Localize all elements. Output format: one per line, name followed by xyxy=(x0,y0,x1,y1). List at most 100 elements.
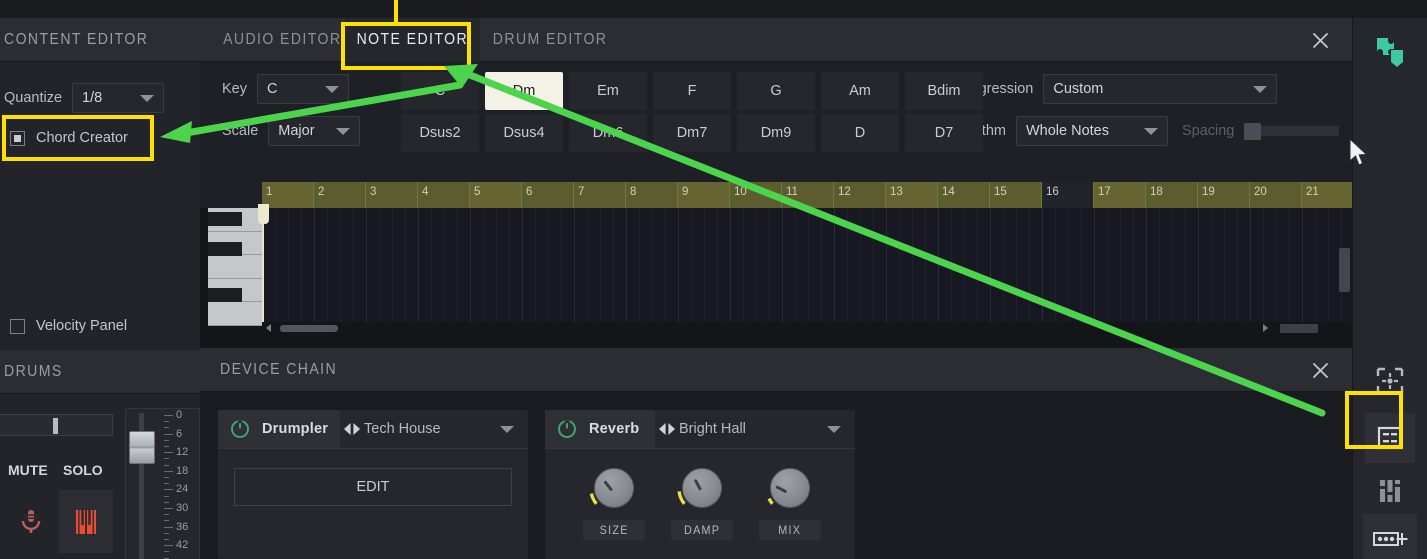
device-drumpler-edit-button[interactable]: EDIT xyxy=(234,468,512,506)
close-icon[interactable] xyxy=(1311,348,1330,392)
vertical-scrollbar[interactable] xyxy=(1339,208,1350,322)
ruler-bar[interactable]: 3 xyxy=(366,182,418,208)
close-icon[interactable] xyxy=(1311,18,1330,62)
knob-damp[interactable]: DAMP xyxy=(671,464,733,540)
power-icon[interactable] xyxy=(545,410,589,448)
ruler-bar[interactable]: 20 xyxy=(1250,182,1302,208)
spacing-toggle[interactable] xyxy=(1244,122,1262,140)
chevron-down-icon[interactable] xyxy=(827,426,841,433)
chord-button-dsus2[interactable]: Dsus2 xyxy=(401,114,479,152)
device-reverb-preset[interactable]: Bright Hall xyxy=(679,421,746,437)
timeline-bars[interactable]: 1 2 3 4 5 6 7 8 9 10 11 12 13 14 15 16 17 18 19 20 21 xyxy=(262,182,1352,208)
piano-black-key[interactable] xyxy=(208,288,242,302)
piano-white-key[interactable] xyxy=(208,302,262,326)
mute-button[interactable]: MUTE xyxy=(8,462,48,478)
ruler-bar[interactable]: 17 xyxy=(1094,182,1146,208)
device-drumpler[interactable]: Drumpler Tech House EDIT xyxy=(218,410,528,559)
rhythm-select[interactable]: Whole Notes xyxy=(1015,116,1168,146)
chord-button-em[interactable]: Em xyxy=(569,72,647,110)
solo-button[interactable]: SOLO xyxy=(63,462,103,478)
tab-audio-editor[interactable]: AUDIO EDITOR xyxy=(210,18,355,62)
chord-button-dm[interactable]: Dm xyxy=(485,72,563,110)
fader-handle[interactable] xyxy=(129,431,155,464)
piano-keys-icon[interactable] xyxy=(59,490,113,553)
scroll-left-icon[interactable] xyxy=(264,323,274,333)
ruler-bar[interactable]: 9 xyxy=(678,182,730,208)
key-select[interactable]: C xyxy=(257,74,349,104)
horizontal-scrollbar-thumb-right[interactable] xyxy=(1280,324,1318,333)
ruler-bar[interactable]: 16 xyxy=(1042,182,1094,208)
chord-button-g[interactable]: G xyxy=(737,72,815,110)
ruler-bar[interactable]: 12 xyxy=(834,182,886,208)
chord-creator-row[interactable]: Chord Creator xyxy=(0,130,128,146)
chord-button-dsus4[interactable]: Dsus4 xyxy=(485,114,563,152)
timeline-ruler[interactable]: 1 2 3 4 5 6 7 8 9 10 11 12 13 14 15 16 17 18 19 20 21 xyxy=(200,182,1352,208)
prev-next-icon[interactable] xyxy=(340,422,364,436)
plugin-puzzle-icon[interactable] xyxy=(1365,26,1415,76)
ruler-bar[interactable]: 4 xyxy=(418,182,470,208)
horizontal-scrollbar[interactable] xyxy=(262,322,1352,334)
power-icon[interactable] xyxy=(218,410,262,448)
quantize-select[interactable]: 1/8 xyxy=(72,83,165,113)
knob-dial[interactable] xyxy=(676,464,728,516)
device-reverb[interactable]: Reverb Bright Hall SIZE DAMP MIX xyxy=(545,410,855,559)
knob-size[interactable]: SIZE xyxy=(583,464,645,540)
mixer-faders-icon[interactable] xyxy=(1365,466,1415,516)
playhead-handle[interactable] xyxy=(258,204,269,224)
chord-button-c[interactable]: C xyxy=(401,72,479,110)
knob-dial[interactable] xyxy=(588,464,640,516)
ruler-bar[interactable]: 13 xyxy=(886,182,938,208)
chord-button-bdim[interactable]: Bdim xyxy=(905,72,983,110)
device-drumpler-preset[interactable]: Tech House xyxy=(364,421,441,437)
tab-note-editor[interactable]: NOTE EDITOR xyxy=(345,18,480,62)
chord-button-f[interactable]: F xyxy=(653,72,731,110)
chord-button-dm7[interactable]: Dm7 xyxy=(653,114,731,152)
piano-keyboard[interactable] xyxy=(208,208,262,326)
horizontal-scrollbar-thumb[interactable] xyxy=(280,325,338,332)
ruler-bar[interactable]: 21 xyxy=(1302,182,1352,208)
velocity-panel-checkbox[interactable] xyxy=(10,318,25,334)
ruler-bar[interactable]: 8 xyxy=(626,182,678,208)
piano-black-key[interactable] xyxy=(208,212,242,226)
vertical-scrollbar-thumb[interactable] xyxy=(1339,248,1350,292)
chord-button-dm9[interactable]: Dm9 xyxy=(737,114,815,152)
ruler-bar[interactable]: 2 xyxy=(314,182,366,208)
pan-handle[interactable] xyxy=(53,418,58,434)
chord-button-d[interactable]: D xyxy=(821,114,899,152)
chord-button-label: Am xyxy=(849,83,871,99)
ruler-bar[interactable]: 14 xyxy=(938,182,990,208)
chord-button-am[interactable]: Am xyxy=(821,72,899,110)
ruler-bar[interactable]: 11 xyxy=(782,182,834,208)
velocity-panel-row[interactable]: Velocity Panel xyxy=(0,318,127,334)
knob-dial[interactable] xyxy=(764,464,816,516)
progression-select[interactable]: Custom xyxy=(1043,74,1278,104)
tab-drum-editor[interactable]: DRUM EDITOR xyxy=(480,18,620,62)
arrange-crosshair-icon[interactable] xyxy=(1365,356,1415,406)
device-editor-icon[interactable] xyxy=(1365,413,1415,463)
scroll-right-icon[interactable] xyxy=(1260,323,1270,333)
piano-white-key[interactable] xyxy=(208,255,262,279)
ruler-bar[interactable]: 5 xyxy=(470,182,522,208)
ruler-bar[interactable]: 19 xyxy=(1198,182,1250,208)
prev-next-icon[interactable] xyxy=(655,422,679,436)
add-track-icon[interactable] xyxy=(1363,514,1417,559)
playhead[interactable] xyxy=(262,208,264,322)
ruler-bar[interactable]: 7 xyxy=(574,182,626,208)
ruler-bar[interactable]: 10 xyxy=(730,182,782,208)
knob-mix[interactable]: MIX xyxy=(759,464,821,540)
pan-slider[interactable] xyxy=(0,414,113,436)
piano-black-key[interactable] xyxy=(208,242,242,256)
chevron-down-icon xyxy=(1143,127,1158,135)
ruler-bar[interactable]: 1 xyxy=(262,182,314,208)
spacing-slider[interactable] xyxy=(1261,126,1340,136)
scale-select[interactable]: Major xyxy=(268,116,361,146)
microphone-icon[interactable] xyxy=(4,490,58,553)
chevron-down-icon[interactable] xyxy=(500,426,514,433)
ruler-bar[interactable]: 6 xyxy=(522,182,574,208)
ruler-bar[interactable]: 15 xyxy=(990,182,1042,208)
chord-button-d7[interactable]: D7 xyxy=(905,114,983,152)
chord-creator-checkbox[interactable] xyxy=(10,130,25,146)
ruler-bar[interactable]: 18 xyxy=(1146,182,1198,208)
note-grid[interactable] xyxy=(262,208,1352,322)
chord-button-dm6[interactable]: Dm6 xyxy=(569,114,647,152)
